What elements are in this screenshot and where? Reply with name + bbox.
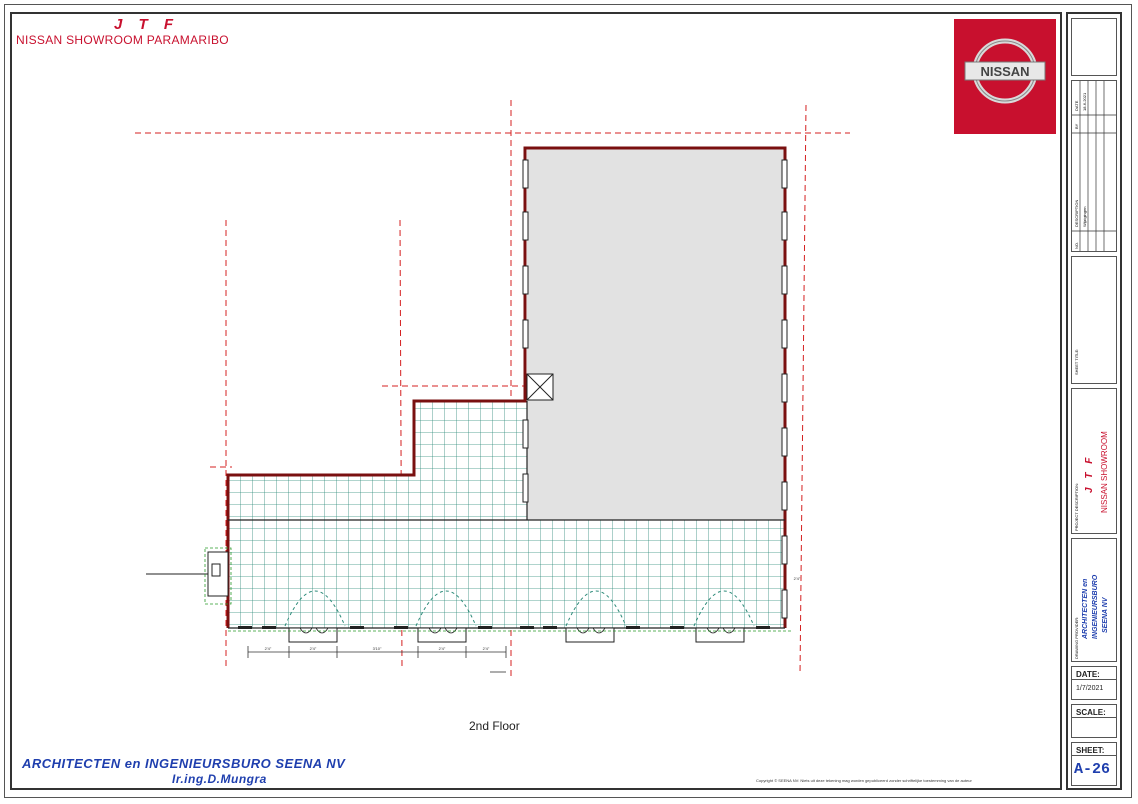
provider-line-3: SEENA NV — [1102, 597, 1109, 633]
sheet-title-cell: SHEET TITLE: — [1071, 256, 1117, 384]
floor-plan: 2'4" 2'4" 3'10" 2'4" 2'4" 2'4" — [135, 100, 850, 680]
dimension-label: 2'4" — [483, 646, 490, 651]
rev-header-by: BY — [1074, 123, 1079, 129]
sheet-number-cell: SHEET: A-26 — [1071, 742, 1117, 786]
provider-line-1: ARCHITECTEN en — [1082, 578, 1089, 639]
rev-date: 18-6-2021 — [1082, 92, 1087, 111]
scale-label: SCALE: — [1076, 708, 1106, 717]
floor-label: 2nd Floor — [469, 719, 520, 733]
rev-header-no: NO. — [1074, 241, 1079, 249]
drawing-provider-label: DRAWING PROVIDER: — [1074, 616, 1079, 659]
sheet-title-label: SHEET TITLE: — [1074, 348, 1079, 375]
revision-table: DATE 18-6-2021 BY DESCRIPTION Wijziginge… — [1071, 80, 1117, 252]
dimension-label: 2'4" — [794, 576, 801, 581]
date-cell: DATE: 1/7/2021 — [1071, 666, 1117, 700]
firm-name: ARCHITECTEN en INGENIEURSBURO SEENA NV — [22, 756, 346, 771]
project-desc-name: NISSAN SHOWROOM — [1100, 431, 1109, 513]
rev-header-description: DESCRIPTION — [1074, 199, 1079, 227]
drawing-provider-cell: DRAWING PROVIDER: ARCHITECTEN en INGENIE… — [1071, 538, 1117, 662]
sheet-label: SHEET: — [1076, 746, 1105, 755]
engineer-name: Ir.ing.D.Mungra — [172, 772, 267, 786]
dimension-label: 3'10" — [373, 646, 382, 651]
project-description-cell: PROJECT DESCRIPTION: J T F NISSAN SHOWRO… — [1071, 388, 1117, 534]
scale-cell: SCALE: — [1071, 704, 1117, 738]
dimension-label: 2'4" — [439, 646, 446, 651]
project-desc-label: PROJECT DESCRIPTION: — [1074, 482, 1079, 531]
title-block-blank — [1071, 18, 1117, 76]
date-value: 1/7/2021 — [1076, 685, 1104, 692]
copyright-note: Copyright © SEENA NV: Niets uit deze tek… — [756, 778, 972, 783]
date-label: DATE: — [1076, 670, 1100, 679]
title-block: DATE 18-6-2021 BY DESCRIPTION Wijziginge… — [1066, 12, 1122, 790]
rev-header-date: DATE — [1074, 100, 1079, 111]
dimension-label: 2'4" — [310, 646, 317, 651]
provider-line-2: INGENIEURSBURO — [1092, 574, 1099, 639]
sheet-number: A-26 — [1074, 761, 1111, 778]
dimension-label: 2'4" — [265, 646, 272, 651]
project-desc-initials: J T F — [1084, 454, 1095, 493]
rev-description: Wijzigingen — [1082, 206, 1087, 227]
